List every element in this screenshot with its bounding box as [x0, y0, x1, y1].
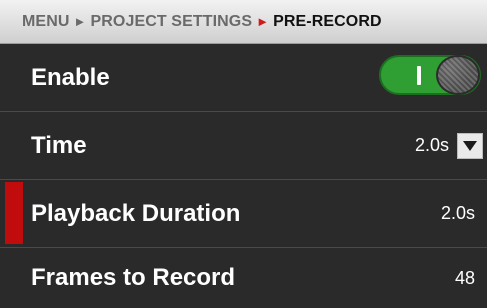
playback-duration-label: Playback Duration [31, 199, 241, 227]
selection-indicator [5, 182, 23, 244]
enable-label: Enable [31, 64, 110, 91]
frames-to-record-value: 48 [454, 267, 475, 288]
enable-toggle[interactable] [379, 55, 481, 95]
chevron-down-icon [463, 140, 477, 151]
toggle-on-indicator-icon [417, 66, 421, 85]
chevron-right-icon: ► [256, 14, 270, 29]
pre-record-screen: MENU ► PROJECT SETTINGS ► PRE-RECORD Ena… [0, 0, 487, 308]
frames-to-record-label: Frames to Record [31, 264, 236, 291]
breadcrumb-menu[interactable]: MENU [22, 13, 70, 31]
time-value: 2.0s [414, 135, 449, 155]
breadcrumb-current: PRE-RECORD [273, 12, 382, 30]
breadcrumb: MENU ► PROJECT SETTINGS ► PRE-RECORD [0, 0, 487, 44]
breadcrumb-project-settings[interactable]: PROJECT SETTINGS [90, 13, 252, 31]
toggle-knob[interactable] [436, 55, 480, 95]
time-row[interactable]: Time 2.0s [0, 111, 487, 179]
time-label: Time [31, 131, 87, 159]
playback-duration-row[interactable]: Playback Duration 2.0s [0, 179, 487, 247]
time-dropdown-button[interactable] [457, 132, 483, 159]
chevron-right-icon: ► [73, 14, 87, 29]
enable-row[interactable]: Enable [0, 45, 487, 111]
playback-duration-value: 2.0s [440, 203, 475, 223]
frames-to-record-row[interactable]: Frames to Record 48 [0, 247, 487, 308]
